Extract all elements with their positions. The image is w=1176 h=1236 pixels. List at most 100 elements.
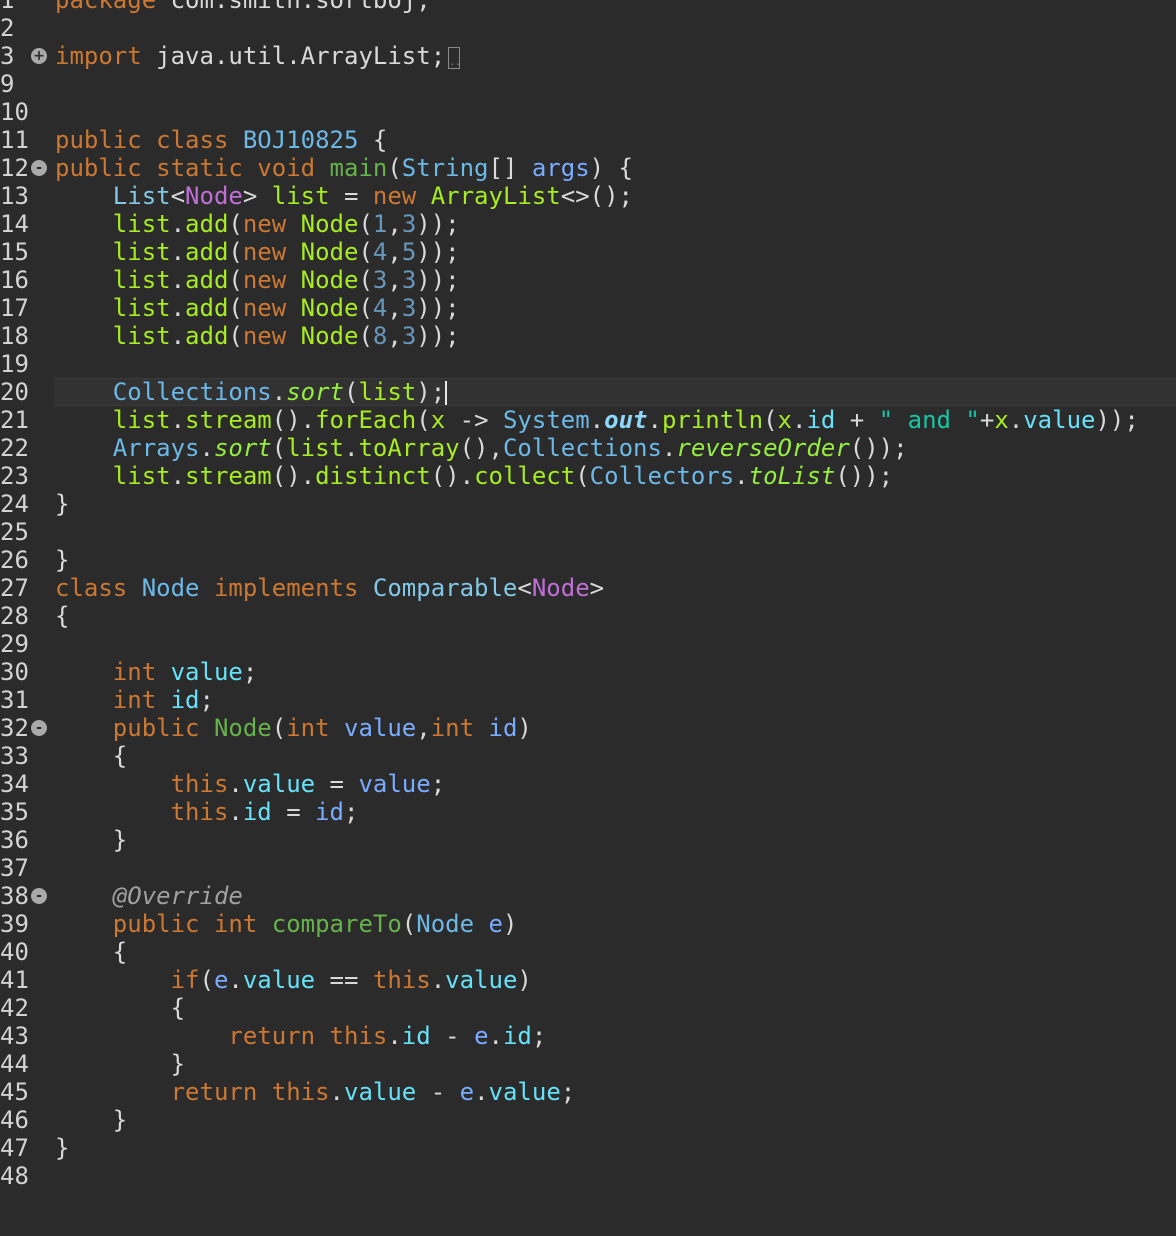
code-token: ) xyxy=(502,910,518,938)
code-text[interactable]: if(e.value == this.value) xyxy=(55,966,532,994)
code-token: 4 xyxy=(372,238,388,266)
code-text[interactable]: list.add(new Node(3,3)); xyxy=(55,266,460,294)
code-text[interactable]: } xyxy=(55,1050,185,1078)
code-text[interactable]: List<Node> list = new ArrayList<>(); xyxy=(55,182,633,210)
code-line[interactable]: 23 list.stream().distinct().collect(Coll… xyxy=(0,462,1176,490)
code-line[interactable]: 26} xyxy=(0,546,1176,574)
code-line[interactable]: 9 xyxy=(0,70,1176,98)
code-text[interactable]: this.value = value; xyxy=(55,770,446,798)
code-text[interactable]: } xyxy=(55,490,69,518)
code-text[interactable]: public int compareTo(Node e) xyxy=(55,910,518,938)
line-number: 30 xyxy=(0,658,29,686)
line-gutter: 25 xyxy=(0,518,54,546)
code-text[interactable]: list.add(new Node(4,3)); xyxy=(55,294,460,322)
code-line[interactable]: 45 return this.value - e.value; xyxy=(0,1078,1176,1106)
code-line[interactable]: 48 xyxy=(0,1162,1176,1190)
code-line[interactable]: 1 package com.smith.sortboj; xyxy=(0,0,1176,14)
code-line[interactable]: 44 } xyxy=(0,1050,1176,1078)
code-text[interactable]: list.add(new Node(1,3)); xyxy=(55,210,460,238)
line-number: 31 xyxy=(0,686,29,714)
folded-imports-marker[interactable]: .. xyxy=(448,47,461,69)
code-line[interactable]: 42 { xyxy=(0,994,1176,1022)
collapse-fold-icon[interactable]: - xyxy=(31,160,47,176)
code-text[interactable]: } xyxy=(55,1106,127,1134)
code-token: , xyxy=(387,238,402,266)
code-line[interactable]: 30 int value; xyxy=(0,658,1176,686)
code-line[interactable]: 10 xyxy=(0,98,1176,126)
code-line[interactable]: 46 } xyxy=(0,1106,1176,1134)
code-text[interactable]: { xyxy=(55,994,185,1022)
code-line[interactable]: 12- public static void main(String[] args… xyxy=(0,154,1176,182)
code-line[interactable]: 37 xyxy=(0,854,1176,882)
code-text[interactable]: } xyxy=(55,826,127,854)
code-text[interactable]: public static void main(String[] args) { xyxy=(55,154,633,182)
code-line[interactable]: 21 list.stream().forEach(x -> System.out… xyxy=(0,406,1176,434)
code-line[interactable]: 27 class Node implements Comparable<Node> xyxy=(0,574,1176,602)
code-text[interactable]: Collections.sort(list); xyxy=(55,378,448,406)
code-text[interactable]: this.id = id; xyxy=(55,798,359,826)
code-text[interactable]: int value; xyxy=(55,658,258,686)
code-line[interactable]: 43 return this.id - e.id; xyxy=(0,1022,1176,1050)
code-text[interactable]: list.add(new Node(4,5)); xyxy=(55,238,460,266)
code-text[interactable]: package com.smith.sortboj; xyxy=(55,0,431,14)
code-line[interactable]: 39 public int compareTo(Node e) xyxy=(0,910,1176,938)
code-text[interactable]: int id; xyxy=(55,686,214,714)
code-line[interactable]: 17 list.add(new Node(4,3)); xyxy=(0,294,1176,322)
code-line[interactable]: 32- public Node(int value,int id) xyxy=(0,714,1176,742)
code-text[interactable]: import java.util.ArrayList;.. xyxy=(55,42,461,70)
code-line[interactable]: 14 list.add(new Node(1,3)); xyxy=(0,210,1176,238)
code-line[interactable]: 16 list.add(new Node(3,3)); xyxy=(0,266,1176,294)
code-line[interactable]: 33 { xyxy=(0,742,1176,770)
code-line[interactable]: 18 list.add(new Node(8,3)); xyxy=(0,322,1176,350)
code-text[interactable]: list.stream().forEach(x -> System.out.pr… xyxy=(55,406,1139,434)
code-text[interactable]: Arrays.sort(list.toArray(),Collections.r… xyxy=(55,434,908,462)
code-line[interactable]: 11 public class BOJ10825 { xyxy=(0,126,1176,154)
code-token: . xyxy=(170,462,186,490)
code-line[interactable]: 28 { xyxy=(0,602,1176,630)
code-line[interactable]: 47} xyxy=(0,1134,1176,1162)
code-line[interactable]: 35 this.id = id; xyxy=(0,798,1176,826)
code-text[interactable]: { xyxy=(55,742,127,770)
code-text[interactable]: public class BOJ10825 { xyxy=(55,126,387,154)
code-line[interactable]: 36 } xyxy=(0,826,1176,854)
code-line[interactable]: 38- @Override xyxy=(0,882,1176,910)
code-text[interactable]: } xyxy=(55,546,69,574)
code-token: Collections xyxy=(112,378,272,406)
code-text[interactable]: } xyxy=(55,1134,69,1162)
code-text[interactable]: @Override xyxy=(55,882,243,910)
code-line[interactable]: 15 list.add(new Node(4,5)); xyxy=(0,238,1176,266)
code-token: 3 xyxy=(401,294,417,322)
code-text[interactable]: { xyxy=(55,602,69,630)
collapse-fold-icon[interactable]: - xyxy=(31,888,47,904)
code-line[interactable]: 3 + import java.util.ArrayList;.. xyxy=(0,42,1176,70)
code-line[interactable]: 40 { xyxy=(0,938,1176,966)
code-line[interactable]: 2 xyxy=(0,14,1176,42)
code-text[interactable]: public Node(int value,int id) xyxy=(55,714,532,742)
code-line[interactable]: 41 if(e.value == this.value) xyxy=(0,966,1176,994)
expand-fold-icon[interactable]: + xyxy=(31,48,47,64)
code-line[interactable]: 34 this.value = value; xyxy=(0,770,1176,798)
code-line[interactable]: 24} xyxy=(0,490,1176,518)
code-line[interactable]: 20 Collections.sort(list); xyxy=(0,378,1176,406)
code-token: ; xyxy=(242,658,258,686)
code-token: list xyxy=(358,378,417,406)
code-token: new xyxy=(242,210,301,238)
code-line[interactable]: 29 xyxy=(0,630,1176,658)
code-token: )); xyxy=(416,238,460,266)
collapse-fold-icon[interactable]: - xyxy=(31,720,47,736)
code-line[interactable]: 13 List<Node> list = new ArrayList<>(); xyxy=(0,182,1176,210)
code-line[interactable]: 22 Arrays.sort(list.toArray(),Collection… xyxy=(0,434,1176,462)
code-editor[interactable]: 1 package com.smith.sortboj; 2 3 + import jav… xyxy=(0,0,1176,1190)
code-text[interactable]: return this.value - e.value; xyxy=(55,1078,576,1106)
code-token: list xyxy=(112,266,171,294)
code-text[interactable]: list.add(new Node(8,3)); xyxy=(55,322,460,350)
code-line[interactable]: 25 xyxy=(0,518,1176,546)
code-text[interactable]: list.stream().distinct().collect(Collect… xyxy=(55,462,893,490)
code-text[interactable]: { xyxy=(55,938,127,966)
line-number: 45 xyxy=(0,1078,29,1106)
code-line[interactable]: 19 xyxy=(0,350,1176,378)
code-text[interactable]: return this.id - e.id; xyxy=(55,1022,546,1050)
code-line[interactable]: 31 int id; xyxy=(0,686,1176,714)
code-text[interactable]: class Node implements Comparable<Node> xyxy=(55,574,604,602)
